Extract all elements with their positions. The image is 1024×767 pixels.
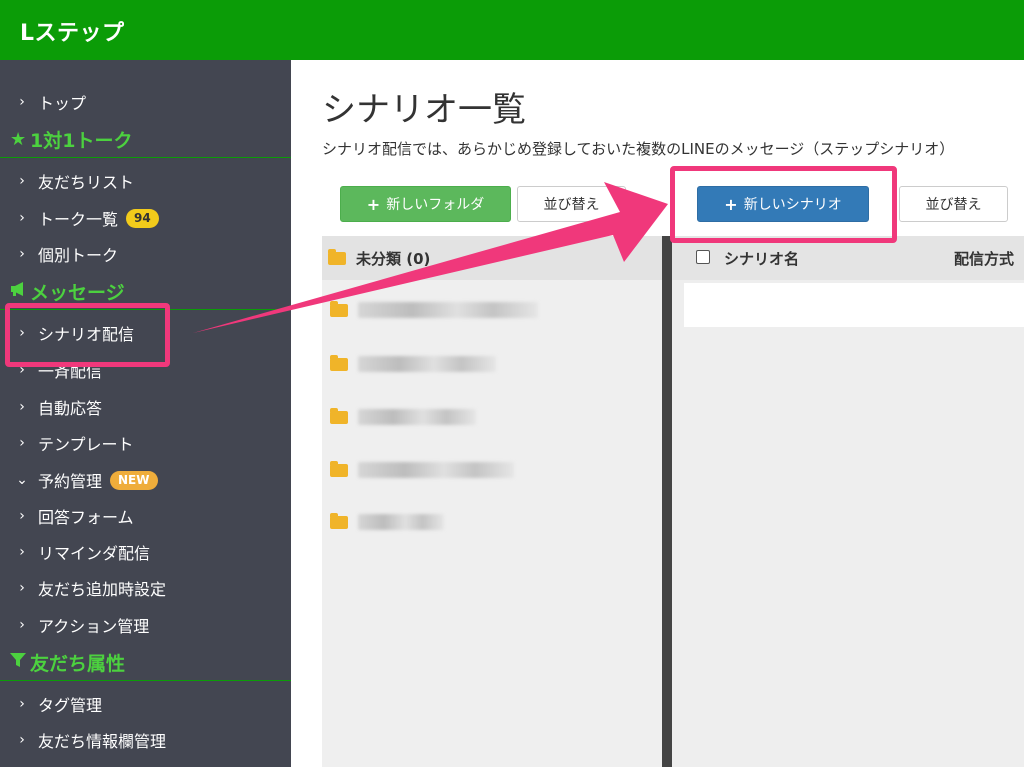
sort-scenarios-button[interactable]: 並び替え bbox=[899, 186, 1008, 222]
chevron-right-icon: › bbox=[19, 544, 25, 560]
sidebar-item-action-management[interactable]: › アクション管理 bbox=[0, 608, 291, 642]
chevron-right-icon: › bbox=[19, 173, 25, 189]
highlight-box-sidebar bbox=[5, 303, 170, 367]
megaphone-icon bbox=[0, 281, 30, 302]
chevron-right-icon: › bbox=[19, 210, 25, 226]
redacted-folder-name bbox=[358, 514, 444, 530]
sidebar-item-label: 自動応答 bbox=[38, 399, 103, 418]
sidebar-item-friends-list[interactable]: › 友だちリスト bbox=[0, 164, 291, 198]
chevron-right-icon: › bbox=[19, 580, 25, 596]
sidebar-item-label: アクション管理 bbox=[38, 617, 150, 636]
chevron-right-icon: › bbox=[19, 246, 25, 262]
sidebar-item-friend-info-management[interactable]: › 友だち情報欄管理 bbox=[0, 723, 291, 757]
page-title: シナリオ一覧 bbox=[322, 90, 526, 130]
folder-icon bbox=[330, 512, 348, 529]
redacted-folder-name bbox=[358, 302, 538, 318]
chevron-right-icon: › bbox=[19, 508, 25, 524]
sidebar: › トップ ★ 1対1トーク › 友だちリスト › トーク一覧 94 › 個別ト… bbox=[0, 60, 291, 767]
column-header-scenario-name[interactable]: シナリオ名 bbox=[724, 248, 799, 269]
redacted-folder-name bbox=[358, 409, 476, 425]
new-folder-label: 新しいフォルダ bbox=[386, 197, 485, 213]
page-description: シナリオ配信では、あらかじめ登録しておいた複数のLINEのメッセージ（ステップシ… bbox=[322, 140, 955, 158]
sidebar-item-tag-management[interactable]: › タグ管理 bbox=[0, 687, 291, 721]
sidebar-item-label: 予約管理 bbox=[38, 472, 103, 491]
folder-item[interactable] bbox=[330, 354, 496, 372]
chevron-right-icon: › bbox=[19, 399, 25, 415]
folder-open-icon bbox=[328, 248, 346, 265]
folder-icon bbox=[330, 354, 348, 371]
chevron-down-icon: ⌄ bbox=[16, 472, 28, 488]
app-logo[interactable]: Lステップ bbox=[20, 15, 125, 47]
plus-icon: + bbox=[366, 194, 381, 214]
sidebar-section-talk: ★ 1対1トーク bbox=[0, 122, 291, 158]
sidebar-item-label: 回答フォーム bbox=[38, 508, 134, 527]
redacted-folder-name bbox=[358, 462, 514, 478]
sidebar-item-label: 友だち追加時設定 bbox=[38, 580, 167, 599]
sidebar-item-auto-reply[interactable]: › 自動応答 bbox=[0, 390, 291, 424]
sidebar-item-reservation[interactable]: ⌄ 予約管理 NEW bbox=[0, 463, 291, 497]
top-bar: Lステップ bbox=[0, 0, 1024, 60]
new-badge: NEW bbox=[110, 470, 158, 490]
folder-item[interactable] bbox=[330, 460, 514, 478]
sidebar-section-label: 友だち属性 bbox=[30, 653, 126, 675]
folder-unclassified[interactable]: 未分類 (0) bbox=[322, 236, 662, 280]
sidebar-section-label: 1対1トーク bbox=[30, 130, 133, 152]
sidebar-item-label: 個別トーク bbox=[38, 246, 119, 265]
sidebar-item-label: リマインダ配信 bbox=[38, 544, 151, 563]
sidebar-item-label: タグ管理 bbox=[38, 696, 103, 715]
chevron-right-icon: › bbox=[19, 435, 25, 451]
sidebar-section-friend-attributes: 友だち属性 bbox=[0, 645, 291, 681]
sidebar-item-label: テンプレート bbox=[38, 435, 134, 454]
chevron-right-icon: › bbox=[19, 696, 25, 712]
unread-count-badge: 94 bbox=[126, 208, 159, 228]
folder-item[interactable] bbox=[330, 512, 444, 530]
scenario-table: シナリオ名 配信方式 bbox=[672, 236, 1024, 767]
chevron-right-icon: › bbox=[19, 94, 25, 110]
folder-icon bbox=[330, 460, 348, 477]
folder-icon bbox=[330, 300, 348, 317]
highlight-box-new-scenario bbox=[670, 166, 897, 243]
select-all-checkbox[interactable] bbox=[696, 250, 710, 264]
filter-icon bbox=[0, 652, 30, 673]
table-row bbox=[684, 283, 1024, 327]
new-folder-button[interactable]: + 新しいフォルダ bbox=[340, 186, 511, 222]
sidebar-item-label: 友だちリスト bbox=[38, 173, 135, 192]
sidebar-item-label: 友だち情報欄管理 bbox=[38, 732, 167, 751]
sidebar-item-reminder[interactable]: › リマインダ配信 bbox=[0, 535, 291, 569]
sort-scenarios-label: 並び替え bbox=[925, 197, 982, 213]
sort-folders-button[interactable]: 並び替え bbox=[517, 186, 626, 222]
folder-item[interactable] bbox=[330, 407, 476, 425]
sidebar-item-top[interactable]: › トップ bbox=[0, 85, 291, 119]
chevron-right-icon: › bbox=[19, 732, 25, 748]
sidebar-item-individual-talk[interactable]: › 個別トーク bbox=[0, 237, 291, 271]
panel-divider[interactable] bbox=[662, 236, 672, 767]
column-header-delivery-method[interactable]: 配信方式 bbox=[954, 248, 1014, 269]
sidebar-item-label: トップ bbox=[38, 94, 87, 113]
folder-panel: 未分類 (0) bbox=[322, 236, 662, 767]
folder-item[interactable] bbox=[330, 300, 538, 318]
folder-icon bbox=[330, 407, 348, 424]
redacted-folder-name bbox=[358, 356, 496, 372]
sort-folders-label: 並び替え bbox=[543, 197, 600, 213]
sidebar-section-label: メッセージ bbox=[30, 282, 125, 304]
sidebar-item-label: トーク一覧 bbox=[38, 210, 119, 229]
folder-unclassified-label: 未分類 (0) bbox=[356, 249, 431, 268]
sidebar-item-friend-add-settings[interactable]: › 友だち追加時設定 bbox=[0, 571, 291, 605]
sidebar-item-talk-list[interactable]: › トーク一覧 94 bbox=[0, 201, 291, 235]
sidebar-item-answer-form[interactable]: › 回答フォーム bbox=[0, 499, 291, 533]
star-icon: ★ bbox=[10, 129, 27, 150]
sidebar-item-template[interactable]: › テンプレート bbox=[0, 426, 291, 460]
chevron-right-icon: › bbox=[19, 617, 25, 633]
